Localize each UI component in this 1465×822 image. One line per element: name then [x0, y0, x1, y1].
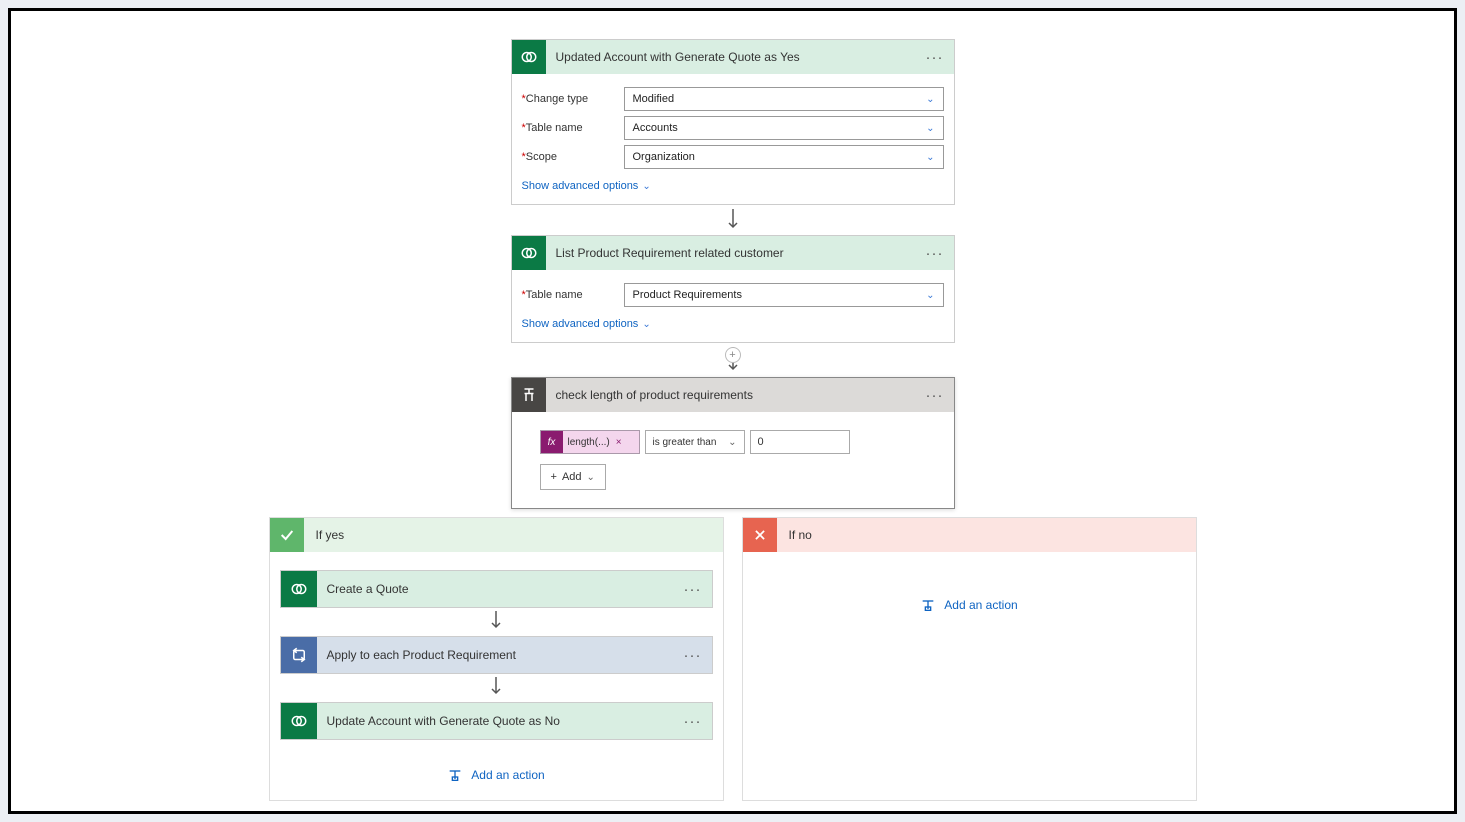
operator-select[interactable]: is greater than⌄: [645, 430, 745, 454]
plus-icon: +: [551, 471, 557, 483]
flow-canvas: Updated Account with Generate Quote as Y…: [11, 11, 1454, 811]
if-no-header: If no: [743, 518, 1196, 552]
close-icon: [743, 518, 777, 552]
more-menu-icon[interactable]: ···: [674, 647, 712, 664]
add-step-button[interactable]: +: [725, 347, 741, 363]
add-action-no[interactable]: Add an action: [753, 598, 1186, 612]
condition-body: fx length(...) × is greater than⌄ +Add⌄: [512, 412, 954, 508]
update-account-title: Update Account with Generate Quote as No: [317, 714, 674, 728]
chevron-down-icon: ⌄: [926, 152, 934, 163]
more-menu-icon[interactable]: ···: [916, 245, 954, 262]
more-menu-icon[interactable]: ···: [916, 387, 954, 404]
condition-title: check length of product requirements: [546, 388, 916, 402]
chevron-down-icon: ⌄: [926, 94, 934, 105]
list-card: List Product Requirement related custome…: [511, 235, 955, 343]
chevron-down-icon: ⌄: [926, 123, 934, 134]
remove-token-icon[interactable]: ×: [614, 437, 622, 448]
more-menu-icon[interactable]: ···: [674, 713, 712, 730]
trigger-card: Updated Account with Generate Quote as Y…: [511, 39, 955, 205]
field-table-name: *Table name Accounts⌄: [522, 116, 944, 140]
table-name-select[interactable]: Accounts⌄: [624, 116, 944, 140]
flow-designer-frame: Updated Account with Generate Quote as Y…: [8, 8, 1457, 814]
update-account-action: Update Account with Generate Quote as No…: [280, 702, 713, 740]
field-change-type: *Change type Modified⌄: [522, 87, 944, 111]
list-header[interactable]: List Product Requirement related custome…: [512, 236, 954, 270]
show-advanced-options[interactable]: Show advanced options⌄: [522, 318, 651, 330]
trigger-body: *Change type Modified⌄ *Table name Accou…: [512, 74, 954, 204]
trigger-title: Updated Account with Generate Quote as Y…: [546, 50, 916, 64]
arrow-down-icon: [11, 205, 1454, 235]
dataverse-icon: [512, 236, 546, 270]
scope-label: Scope: [526, 151, 557, 163]
if-no-title: If no: [777, 528, 812, 542]
loop-icon: [281, 637, 317, 673]
dataverse-icon: [281, 571, 317, 607]
more-menu-icon[interactable]: ···: [674, 581, 712, 598]
if-yes-header: If yes: [270, 518, 723, 552]
create-quote-title: Create a Quote: [317, 582, 674, 596]
apply-each-action: Apply to each Product Requirement ···: [280, 636, 713, 674]
list-table-label: Table name: [526, 289, 583, 301]
create-quote-action: Create a Quote ···: [280, 570, 713, 608]
add-action-icon: [920, 598, 936, 612]
chevron-down-icon: ⌄: [926, 290, 934, 301]
apply-each-header[interactable]: Apply to each Product Requirement ···: [281, 637, 712, 673]
arrow-down-icon: [280, 674, 713, 702]
create-quote-header[interactable]: Create a Quote ···: [281, 571, 712, 607]
field-list-table: *Table name Product Requirements⌄: [522, 283, 944, 307]
expression-text: length(...): [568, 437, 610, 448]
chevron-down-icon: ⌄: [728, 437, 736, 448]
scope-select[interactable]: Organization⌄: [624, 145, 944, 169]
dataverse-icon: [512, 40, 546, 74]
condition-card: check length of product requirements ···…: [511, 377, 955, 509]
trigger-header[interactable]: Updated Account with Generate Quote as Y…: [512, 40, 954, 74]
condition-branches: If yes Create a Quote ···: [269, 517, 1197, 801]
table-name-label: Table name: [526, 122, 583, 134]
list-table-select[interactable]: Product Requirements⌄: [624, 283, 944, 307]
add-action-icon: [447, 768, 463, 782]
if-yes-title: If yes: [304, 528, 345, 542]
check-icon: [270, 518, 304, 552]
change-type-select[interactable]: Modified⌄: [624, 87, 944, 111]
condition-expression-row: fx length(...) × is greater than⌄: [540, 430, 926, 454]
add-condition-button[interactable]: +Add⌄: [540, 464, 606, 490]
chevron-down-icon: ⌄: [587, 472, 595, 483]
show-advanced-options[interactable]: Show advanced options⌄: [522, 180, 651, 192]
field-scope: *Scope Organization⌄: [522, 145, 944, 169]
more-menu-icon[interactable]: ···: [916, 49, 954, 66]
chevron-down-icon: ⌄: [642, 181, 650, 192]
chevron-down-icon: ⌄: [642, 319, 650, 330]
condition-icon: [512, 378, 546, 412]
add-action-yes[interactable]: Add an action: [280, 768, 713, 782]
update-account-header[interactable]: Update Account with Generate Quote as No…: [281, 703, 712, 739]
list-title: List Product Requirement related custome…: [546, 246, 916, 260]
if-yes-body: Create a Quote ··· Apply to each Product: [270, 552, 723, 800]
if-no-body: Add an action: [743, 552, 1196, 632]
if-no-branch: If no Add an action: [742, 517, 1197, 801]
apply-each-title: Apply to each Product Requirement: [317, 648, 674, 662]
arrow-down-icon: [280, 608, 713, 636]
change-type-label: Change type: [526, 93, 588, 105]
list-body: *Table name Product Requirements⌄ Show a…: [512, 270, 954, 342]
fx-icon: fx: [541, 431, 563, 453]
condition-header[interactable]: check length of product requirements ···: [512, 378, 954, 412]
condition-value-input[interactable]: [750, 430, 850, 454]
if-yes-branch: If yes Create a Quote ···: [269, 517, 724, 801]
expression-token[interactable]: fx length(...) ×: [540, 430, 640, 454]
dataverse-icon: [281, 703, 317, 739]
